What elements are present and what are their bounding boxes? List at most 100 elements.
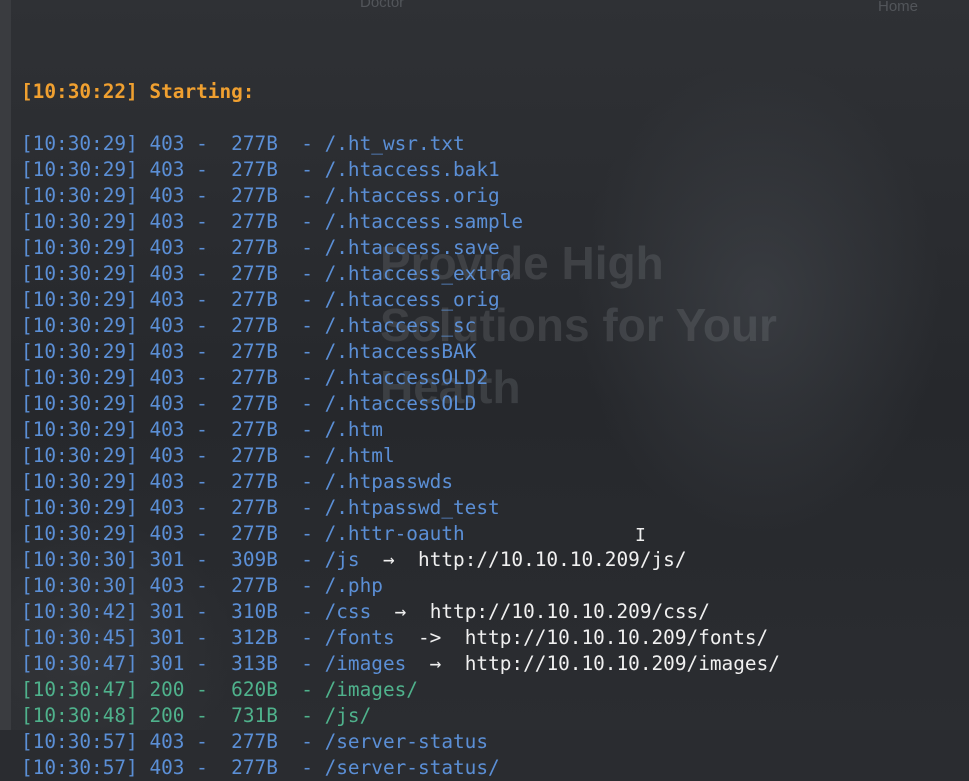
log-redirect-url: http://10.10.10.209/js/ xyxy=(418,548,687,571)
log-size: 277B xyxy=(231,158,278,181)
log-size: 277B xyxy=(231,262,278,285)
separator: - xyxy=(277,418,325,441)
separator xyxy=(371,600,394,623)
separator xyxy=(138,262,150,285)
separator xyxy=(138,158,150,181)
separator xyxy=(406,652,429,675)
separator: - xyxy=(277,340,325,363)
log-path: /.htaccess.sample xyxy=(324,210,524,233)
separator: - xyxy=(277,522,325,545)
log-path: /js xyxy=(324,548,360,571)
log-line: [10:30:29] 403 - 277B - /.htaccess.sampl… xyxy=(21,209,780,235)
log-timestamp: [10:30:29] xyxy=(21,314,138,337)
separator: - xyxy=(277,392,325,415)
separator: - xyxy=(184,392,232,415)
separator: - xyxy=(184,314,232,337)
separator: - xyxy=(277,678,325,701)
log-path: /.httr-oauth xyxy=(324,522,465,545)
log-timestamp: [10:30:29] xyxy=(21,132,138,155)
separator: - xyxy=(184,288,232,311)
separator: - xyxy=(277,626,325,649)
log-timestamp: [10:30:29] xyxy=(21,392,138,415)
separator: - xyxy=(184,756,232,779)
log-path: /js/ xyxy=(324,704,372,727)
log-size: 277B xyxy=(231,756,278,779)
log-timestamp: [10:30:57] xyxy=(21,756,138,779)
log-path: /.htaccess_orig xyxy=(324,288,500,311)
log-size: 277B xyxy=(231,470,278,493)
separator: - xyxy=(184,418,232,441)
separator: - xyxy=(184,210,232,233)
log-line: [10:30:57] 403 - 277B - /server-status/ xyxy=(21,755,780,781)
separator xyxy=(138,600,150,623)
separator xyxy=(138,626,150,649)
log-status-code: 301 xyxy=(149,652,185,675)
log-status-code: 403 xyxy=(149,158,185,181)
log-timestamp: [10:30:29] xyxy=(21,418,138,441)
separator xyxy=(138,366,150,389)
log-path: /.htaccess_sc xyxy=(324,314,477,337)
separator: - xyxy=(277,236,325,259)
log-timestamp: [10:30:45] xyxy=(21,626,138,649)
log-size: 277B xyxy=(231,496,278,519)
separator: - xyxy=(184,366,232,389)
log-size: 277B xyxy=(231,340,278,363)
separator xyxy=(395,626,418,649)
separator xyxy=(138,730,150,753)
log-line: [10:30:29] 403 - 277B - /.htaccessOLD xyxy=(21,391,780,417)
log-timestamp: [10:30:48] xyxy=(21,704,138,727)
log-timestamp: [10:30:29] xyxy=(21,522,138,545)
separator xyxy=(406,600,429,623)
log-size: 277B xyxy=(231,392,278,415)
separator xyxy=(138,236,150,259)
log-line: [10:30:29] 403 - 277B - /.htpasswd_test xyxy=(21,495,780,521)
log-status-code: 403 xyxy=(149,210,185,233)
terminal-output[interactable]: [10:30:22] Starting: [10:30:29] 403 - 27… xyxy=(21,27,780,781)
log-size: 277B xyxy=(231,574,278,597)
redirect-arrow-icon: → xyxy=(394,600,407,623)
log-line: [10:30:42] 301 - 310B - /css → http://10… xyxy=(21,599,780,625)
separator xyxy=(138,132,150,155)
log-line: [10:30:29] 403 - 277B - /.htaccess_extra xyxy=(21,261,780,287)
separator: - xyxy=(184,158,232,181)
separator: - xyxy=(277,262,325,285)
log-status-code: 403 xyxy=(149,262,185,285)
log-line: [10:30:29] 403 - 277B - /.html xyxy=(21,443,780,469)
log-timestamp: [10:30:29] xyxy=(21,262,138,285)
log-status-code: 403 xyxy=(149,366,185,389)
log-line: [10:30:48] 200 - 731B - /js/ xyxy=(21,703,780,729)
separator: - xyxy=(184,574,232,597)
log-timestamp: [10:30:29] xyxy=(21,236,138,259)
log-path: /fonts xyxy=(324,626,395,649)
separator xyxy=(138,704,150,727)
separator: - xyxy=(184,496,232,519)
log-status-code: 403 xyxy=(149,288,185,311)
separator xyxy=(138,756,150,779)
log-path: /.htaccess.bak1 xyxy=(324,158,500,181)
log-size: 277B xyxy=(231,730,278,753)
separator: - xyxy=(277,184,325,207)
separator: - xyxy=(184,444,232,467)
log-line: [10:30:29] 403 - 277B - /.httr-oauth xyxy=(21,521,780,547)
log-path: /.htaccess.save xyxy=(324,236,500,259)
log-path: /.htaccess_extra xyxy=(324,262,512,285)
separator: - xyxy=(277,652,325,675)
log-path: /.htaccess.orig xyxy=(324,184,500,207)
separator: - xyxy=(184,704,232,727)
background-nav-left: Doctor xyxy=(360,0,405,11)
log-size: 309B xyxy=(231,548,278,571)
separator xyxy=(360,548,383,571)
log-path: /.htaccessOLD2 xyxy=(324,366,489,389)
log-status-code: 403 xyxy=(149,496,185,519)
log-path: /.htm xyxy=(324,418,383,441)
separator: - xyxy=(184,340,232,363)
log-timestamp: [10:30:29] xyxy=(21,444,138,467)
separator: - xyxy=(277,210,325,233)
log-status-code: 403 xyxy=(149,132,185,155)
separator xyxy=(138,314,150,337)
log-line: [10:30:29] 403 - 277B - /.htaccess_orig xyxy=(21,287,780,313)
separator: - xyxy=(277,288,325,311)
log-size: 277B xyxy=(231,522,278,545)
log-line: [10:30:29] 403 - 277B - /.htaccessOLD2 xyxy=(21,365,780,391)
separator xyxy=(138,340,150,363)
